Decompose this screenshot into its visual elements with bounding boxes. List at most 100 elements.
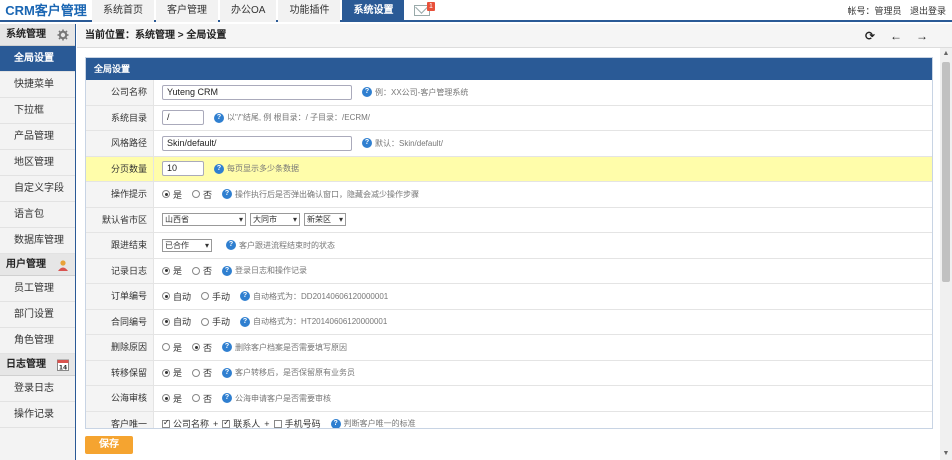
province-select[interactable]: 山西省 bbox=[162, 213, 246, 227]
unique-contact-checkbox[interactable] bbox=[222, 418, 231, 428]
field-hint: 每页显示多少条数据 bbox=[227, 164, 299, 174]
calendar-icon-text: 14 bbox=[59, 365, 67, 372]
row-operation-tips: 操作提示 是 否 ? 操作执行后是否弹出确认窗口，隐藏会减少操作步骤 bbox=[86, 182, 932, 208]
sidebar-item-login-log[interactable]: 登录日志 bbox=[0, 376, 75, 402]
row-style-path: 风格路径 Skin/default/ ? 默认：Skin/default/ bbox=[86, 131, 932, 157]
save-bar: 保存 bbox=[77, 430, 952, 460]
field-label: 删除原因 bbox=[86, 335, 154, 360]
sidebar-group-title: 系统管理 bbox=[6, 29, 46, 40]
option-label: 是 bbox=[173, 393, 183, 404]
sidebar-item-shortcut-menu[interactable]: 快捷菜单 bbox=[0, 72, 75, 98]
field-label: 默认省市区 bbox=[86, 207, 154, 232]
follow-end-select[interactable]: 已合作 bbox=[162, 238, 212, 252]
row-company-name: 公司名称 Yuteng CRM ? 例：XX公司-客户管理系统 bbox=[86, 80, 932, 106]
option-label: 自动 bbox=[173, 317, 192, 328]
help-icon: ? bbox=[222, 367, 233, 378]
panel-title: 全局设置 bbox=[86, 58, 932, 80]
nav-oa[interactable]: 办公OA bbox=[220, 0, 277, 22]
sidebar-item-roles[interactable]: 角色管理 bbox=[0, 328, 75, 354]
transfer-keep-yes-radio[interactable] bbox=[162, 368, 170, 377]
system-directory-input[interactable]: / bbox=[162, 110, 204, 126]
sea-audit-no-radio[interactable] bbox=[192, 394, 201, 403]
mail-badge: 1 bbox=[427, 2, 435, 11]
contract-manual-radio[interactable] bbox=[201, 317, 210, 326]
sidebar-group-logs[interactable]: 日志管理 14 bbox=[0, 354, 75, 376]
nav-home[interactable]: 系统首页 bbox=[92, 0, 154, 22]
transfer-keep-no-radio[interactable] bbox=[192, 368, 201, 377]
sidebar-item-products[interactable]: 产品管理 bbox=[0, 124, 75, 150]
sidebar-item-database[interactable]: 数据库管理 bbox=[0, 228, 75, 254]
scrollbar[interactable]: ▲ ▼ bbox=[940, 48, 952, 460]
help-icon: ? bbox=[214, 112, 224, 123]
nav-plugins[interactable]: 功能插件 bbox=[278, 0, 341, 22]
city-select[interactable]: 大同市 bbox=[250, 213, 300, 227]
company-name-input[interactable]: Yuteng CRM bbox=[162, 84, 352, 100]
field-label: 订单编号 bbox=[86, 284, 154, 309]
unique-mobile-checkbox[interactable] bbox=[273, 419, 282, 428]
help-icon: ? bbox=[222, 393, 233, 404]
row-sea-audit: 公海审核 是 否 ? 公海申请客户是否需要审核 bbox=[86, 386, 932, 412]
row-customer-unique: 客户唯一 公司名称 + 联系人 + 手机号码 ? 判断客户唯一的标准 bbox=[86, 411, 932, 429]
field-hint: 例：XX公司-客户管理系统 bbox=[375, 87, 469, 97]
field-hint: 操作执行后是否弹出确认窗口，隐藏会减少操作步骤 bbox=[235, 189, 420, 199]
save-button[interactable]: 保存 bbox=[85, 436, 133, 454]
breadcrumb: 当前位置：系统管理 > 全局设置 bbox=[85, 30, 227, 41]
order-auto-radio[interactable] bbox=[162, 292, 170, 301]
option-label: 否 bbox=[203, 266, 213, 277]
sidebar-group-system[interactable]: 系统管理 bbox=[0, 24, 75, 46]
tips-yes-radio[interactable] bbox=[162, 190, 170, 199]
help-icon: ? bbox=[226, 240, 236, 251]
breadcrumb-bar: 当前位置：系统管理 > 全局设置 ⟳ ← → bbox=[77, 24, 952, 48]
scroll-down-icon[interactable]: ▼ bbox=[940, 448, 952, 460]
refresh-icon[interactable]: ⟳ bbox=[863, 29, 877, 43]
help-icon: ? bbox=[330, 418, 341, 428]
back-arrow-icon[interactable]: ← bbox=[889, 29, 903, 43]
sidebar-group-users[interactable]: 用户管理 bbox=[0, 254, 75, 276]
field-label: 分页数量 bbox=[86, 156, 154, 181]
sea-audit-yes-radio[interactable] bbox=[162, 394, 170, 403]
field-hint: 客户跟进流程结束时的状态 bbox=[239, 240, 335, 250]
scroll-up-icon[interactable]: ▲ bbox=[940, 48, 952, 60]
sidebar-group-title: 日志管理 bbox=[6, 359, 46, 370]
order-manual-radio[interactable] bbox=[201, 292, 210, 301]
tips-no-radio[interactable] bbox=[192, 190, 201, 199]
page-size-input[interactable]: 10 bbox=[162, 161, 204, 177]
field-hint: 删除客户档案是否需要填写原因 bbox=[235, 342, 348, 352]
field-label: 记录日志 bbox=[86, 258, 154, 283]
account-label: 帐号：管理员 bbox=[847, 6, 902, 16]
sidebar-item-staff[interactable]: 员工管理 bbox=[0, 276, 75, 302]
field-hint: 公海申请客户是否需要审核 bbox=[235, 393, 332, 403]
field-hint: 默认：Skin/default/ bbox=[375, 138, 444, 148]
nav-customers[interactable]: 客户管理 bbox=[156, 0, 218, 22]
log-yes-radio[interactable] bbox=[162, 266, 170, 275]
unique-company-checkbox[interactable] bbox=[162, 418, 170, 428]
help-icon: ? bbox=[362, 87, 372, 98]
field-label: 跟进结束 bbox=[86, 233, 154, 258]
delete-reason-yes-radio[interactable] bbox=[162, 343, 170, 352]
sidebar-item-custom-fields[interactable]: 自定义字段 bbox=[0, 176, 75, 202]
option-label: 手机号码 bbox=[284, 419, 321, 429]
scrollbar-thumb[interactable] bbox=[942, 62, 950, 282]
help-icon: ? bbox=[222, 342, 233, 353]
sidebar-item-global-settings[interactable]: 全局设置 bbox=[0, 46, 75, 72]
district-select[interactable]: 新荣区 bbox=[304, 213, 346, 227]
row-delete-reason: 删除原因 是 否 ? 删除客户档案是否需要填写原因 bbox=[86, 335, 932, 361]
sidebar-item-operation-log[interactable]: 操作记录 bbox=[0, 402, 75, 428]
contract-auto-radio[interactable] bbox=[162, 317, 170, 326]
logout-link[interactable]: 退出登录 bbox=[910, 6, 946, 16]
plus-sign: + bbox=[264, 418, 270, 429]
field-hint: 自动格式为：DD20140606120000001 bbox=[253, 291, 389, 301]
log-no-radio[interactable] bbox=[192, 266, 201, 275]
nav-settings[interactable]: 系统设置 bbox=[342, 0, 405, 22]
forward-arrow-icon[interactable]: → bbox=[915, 29, 929, 43]
sidebar-item-language[interactable]: 语言包 bbox=[0, 202, 75, 228]
option-label: 公司名称 bbox=[173, 419, 210, 429]
sidebar-item-departments[interactable]: 部门设置 bbox=[0, 302, 75, 328]
row-order-number: 订单编号 自动 手动 ? 自动格式为：DD20140606120000001 bbox=[86, 284, 932, 310]
delete-reason-no-radio[interactable] bbox=[192, 343, 201, 352]
style-path-input[interactable]: Skin/default/ bbox=[162, 135, 352, 151]
sidebar-item-dropdown[interactable]: 下拉框 bbox=[0, 98, 75, 124]
sidebar-item-regions[interactable]: 地区管理 bbox=[0, 150, 75, 176]
row-record-log: 记录日志 是 否 ? 登录日志和操作记录 bbox=[86, 258, 932, 284]
field-label: 公海审核 bbox=[86, 386, 154, 411]
